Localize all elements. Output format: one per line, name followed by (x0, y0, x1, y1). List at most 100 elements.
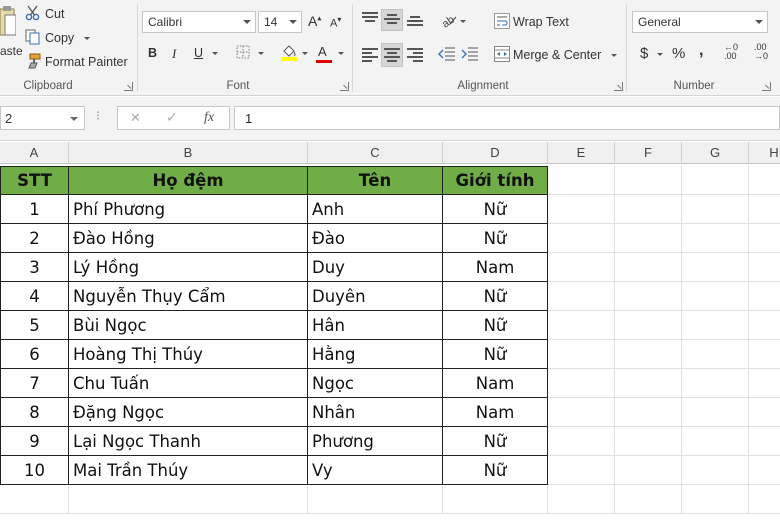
empty-cell[interactable] (682, 369, 749, 398)
table-cell[interactable]: Nam (443, 369, 548, 398)
spreadsheet-grid[interactable]: A B C D E F G H STT Họ đệm Tên Giới tính 1 Phí Phương… (0, 142, 780, 520)
table-cell[interactable]: Hằng (308, 340, 443, 369)
copy-icon[interactable] (25, 29, 41, 45)
table-cell[interactable]: Nam (443, 253, 548, 282)
merge-center-button[interactable]: Merge & Center (513, 48, 601, 62)
column-header-g[interactable]: G (682, 142, 749, 164)
empty-cell[interactable] (548, 485, 615, 514)
empty-cell[interactable] (548, 427, 615, 456)
align-right-icon[interactable] (407, 48, 423, 62)
empty-cell[interactable] (749, 224, 780, 253)
empty-cell[interactable] (548, 282, 615, 311)
number-launcher-icon[interactable] (762, 82, 771, 91)
empty-cell[interactable] (548, 166, 615, 195)
empty-cell[interactable] (443, 485, 548, 514)
empty-cell[interactable] (682, 340, 749, 369)
increase-indent-icon[interactable] (461, 46, 479, 62)
column-header-c[interactable]: C (308, 142, 443, 164)
decrease-decimal-button[interactable]: .00 →0 (754, 43, 768, 61)
empty-cell[interactable] (548, 224, 615, 253)
cut-icon[interactable] (25, 5, 41, 21)
table-cell[interactable]: Phí Phương (69, 195, 308, 224)
font-name-select[interactable]: Calibri (142, 11, 256, 33)
column-header-e[interactable]: E (548, 142, 615, 164)
table-cell[interactable]: 6 (0, 340, 69, 369)
table-cell[interactable]: Nữ (443, 311, 548, 340)
number-format-select[interactable]: General (632, 11, 768, 33)
empty-cell[interactable] (749, 340, 780, 369)
percent-button[interactable]: % (672, 45, 685, 62)
format-painter-icon[interactable] (25, 53, 41, 69)
table-header-cell[interactable]: Giới tính (443, 166, 548, 195)
table-cell[interactable]: Đào (308, 224, 443, 253)
empty-cell[interactable] (682, 456, 749, 485)
italic-button[interactable]: I (172, 46, 176, 62)
empty-cell[interactable] (615, 166, 682, 195)
empty-cell[interactable] (615, 456, 682, 485)
shrink-font-button[interactable]: A▾ (330, 15, 341, 30)
decrease-indent-icon[interactable] (438, 46, 456, 62)
table-cell[interactable]: Nữ (443, 224, 548, 253)
underline-button[interactable]: U (194, 46, 203, 60)
empty-cell[interactable] (749, 282, 780, 311)
fill-color-dropdown-icon[interactable] (302, 52, 308, 55)
table-cell[interactable]: Hân (308, 311, 443, 340)
empty-cell[interactable] (615, 282, 682, 311)
table-cell[interactable]: Đặng Ngọc (69, 398, 308, 427)
font-color-button[interactable]: A (318, 44, 327, 59)
empty-cell[interactable] (682, 311, 749, 340)
empty-cell[interactable] (682, 224, 749, 253)
empty-cell[interactable] (0, 485, 69, 514)
borders-icon[interactable] (236, 45, 250, 59)
enter-icon[interactable]: ✓ (166, 109, 178, 126)
table-cell[interactable]: Ngọc (308, 369, 443, 398)
empty-cell[interactable] (682, 485, 749, 514)
empty-cell[interactable] (682, 282, 749, 311)
table-header-cell[interactable]: STT (0, 166, 69, 195)
table-cell[interactable]: Duyên (308, 282, 443, 311)
empty-cell[interactable] (308, 485, 443, 514)
wrap-text-button[interactable]: Wrap Text (513, 15, 569, 29)
table-cell[interactable]: 4 (0, 282, 69, 311)
empty-cell[interactable] (548, 195, 615, 224)
align-left-icon[interactable] (362, 48, 378, 62)
align-bottom-icon[interactable] (407, 16, 423, 28)
name-box[interactable]: 2 (0, 106, 85, 130)
table-cell[interactable]: Chu Tuấn (69, 369, 308, 398)
font-launcher-icon[interactable] (340, 82, 349, 91)
comma-button[interactable]: , (699, 42, 703, 60)
table-header-cell[interactable]: Tên (308, 166, 443, 195)
align-top-icon[interactable] (362, 12, 378, 24)
empty-cell[interactable] (615, 340, 682, 369)
table-cell[interactable]: Nữ (443, 340, 548, 369)
table-cell[interactable]: Phương (308, 427, 443, 456)
empty-cell[interactable] (615, 311, 682, 340)
empty-cell[interactable] (548, 340, 615, 369)
empty-cell[interactable] (615, 224, 682, 253)
empty-cell[interactable] (548, 311, 615, 340)
column-header-a[interactable]: A (0, 142, 69, 164)
empty-cell[interactable] (682, 195, 749, 224)
font-color-dropdown-icon[interactable] (338, 52, 344, 55)
empty-cell[interactable] (682, 398, 749, 427)
empty-cell[interactable] (749, 253, 780, 282)
table-cell[interactable]: Vy (308, 456, 443, 485)
cancel-icon[interactable]: ✕ (130, 110, 141, 126)
table-cell[interactable]: Lý Hồng (69, 253, 308, 282)
empty-cell[interactable] (615, 253, 682, 282)
paste-button[interactable]: aste (0, 44, 23, 58)
insert-function-button[interactable]: fx (204, 110, 214, 126)
column-header-f[interactable]: F (615, 142, 682, 164)
table-cell[interactable]: 8 (0, 398, 69, 427)
bold-button[interactable]: B (148, 46, 157, 60)
borders-dropdown-icon[interactable] (258, 52, 264, 55)
table-cell[interactable]: 2 (0, 224, 69, 253)
table-header-cell[interactable]: Họ đệm (69, 166, 308, 195)
font-size-select[interactable]: 14 (258, 11, 302, 33)
column-header-b[interactable]: B (69, 142, 308, 164)
copy-dropdown-icon[interactable] (84, 37, 90, 40)
empty-cell[interactable] (682, 166, 749, 195)
table-cell[interactable]: Nguyễn Thụy Cẩm (69, 282, 308, 311)
merge-center-icon[interactable] (494, 46, 510, 62)
empty-cell[interactable] (615, 195, 682, 224)
